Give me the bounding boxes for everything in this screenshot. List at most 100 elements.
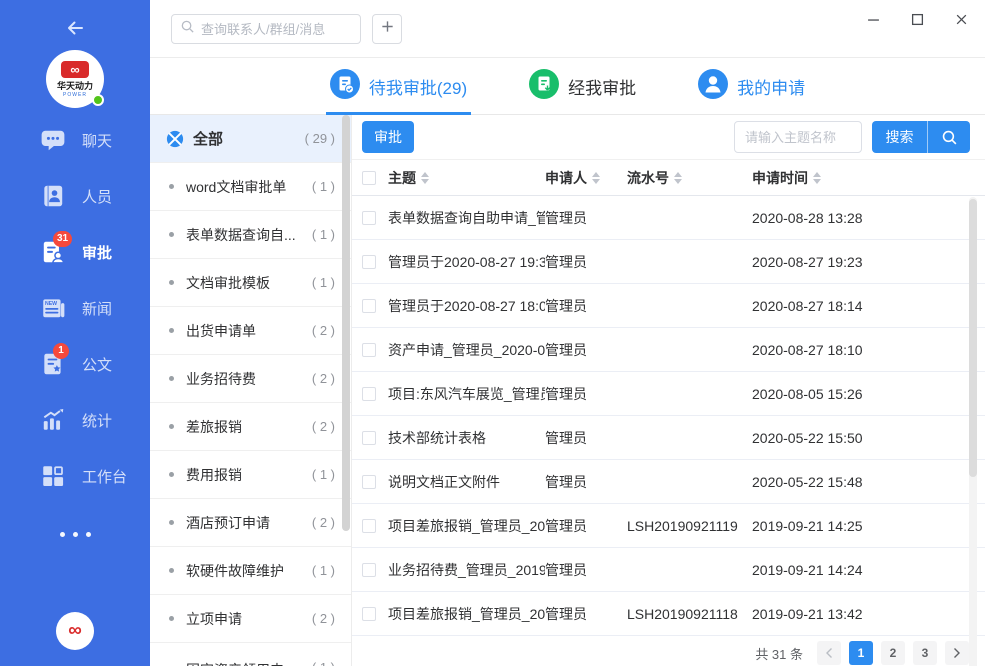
table-row[interactable]: 项目差旅报销_管理员_201... 管理员 LSH20190921118 201… xyxy=(352,592,985,636)
search-button[interactable]: 搜索 xyxy=(872,121,928,153)
category-item[interactable]: 酒店预订申请( 2 ) xyxy=(150,499,351,547)
next-page-button[interactable] xyxy=(945,641,969,665)
category-item[interactable]: 差旅报销( 2 ) xyxy=(150,403,351,451)
category-item[interactable]: 业务招待费( 2 ) xyxy=(150,355,351,403)
bullet-icon xyxy=(169,328,174,333)
cell-time: 2020-08-27 19:23 xyxy=(752,254,960,270)
back-arrow-icon[interactable] xyxy=(63,16,87,40)
cell-applicant: 管理员 xyxy=(545,208,627,228)
sidebar-item-people[interactable]: 人员 xyxy=(0,168,150,224)
more-button[interactable] xyxy=(0,524,150,544)
search-icon-button[interactable] xyxy=(928,121,970,153)
sidebar: ∞ 华天动力 POWER 聊天 人员 31 xyxy=(0,0,150,666)
row-checkbox[interactable] xyxy=(362,607,376,621)
page-button-3[interactable]: 3 xyxy=(913,641,937,665)
category-item[interactable]: 费用报销( 1 ) xyxy=(150,451,351,499)
table-row[interactable]: 项目差旅报销_管理员_201... 管理员 LSH20190921119 201… xyxy=(352,504,985,548)
sidebar-item-news[interactable]: NEW 新闻 xyxy=(0,280,150,336)
contact-search[interactable] xyxy=(171,14,361,44)
header-applicant[interactable]: 申请人 xyxy=(545,168,627,188)
cell-applicant: 管理员 xyxy=(545,516,627,536)
category-item[interactable]: 固定资产领用申...( 1 ) xyxy=(150,643,351,666)
tab-approved-by-me[interactable]: 经我审批 xyxy=(529,58,636,115)
my-applications-icon xyxy=(698,69,728,104)
header-serial[interactable]: 流水号 xyxy=(627,168,752,188)
sidebar-item-label: 公文 xyxy=(82,354,112,375)
approve-button[interactable]: 审批 xyxy=(362,121,414,153)
cell-time: 2020-08-05 15:26 xyxy=(752,386,960,402)
add-button[interactable] xyxy=(372,14,402,44)
table-row[interactable]: 表单数据查询自助申请_管... 管理员 2020-08-28 13:28 xyxy=(352,196,985,240)
infinity-logo-icon: ∞ xyxy=(61,61,89,78)
sort-icon xyxy=(813,172,821,184)
logo-text: 华天动力 xyxy=(57,79,93,92)
cell-subject: 项目:东风汽车展览_管理员... xyxy=(388,384,545,404)
sidebar-item-label: 新闻 xyxy=(82,298,112,319)
header-subject[interactable]: 主题 xyxy=(388,168,545,188)
table-row[interactable]: 资产申请_管理员_2020-08... 管理员 2020-08-27 18:10 xyxy=(352,328,985,372)
official-doc-icon: 1 xyxy=(40,351,66,377)
row-checkbox[interactable] xyxy=(362,475,376,489)
close-button[interactable] xyxy=(947,8,975,30)
category-item[interactable]: 出货申请单( 2 ) xyxy=(150,307,351,355)
cell-time: 2019-09-21 14:24 xyxy=(752,562,960,578)
total-count-label: 共 31 条 xyxy=(755,644,803,663)
table-row[interactable]: 项目:东风汽车展览_管理员... 管理员 2020-08-05 15:26 xyxy=(352,372,985,416)
cell-time: 2019-09-21 13:42 xyxy=(752,606,960,622)
select-all-checkbox[interactable] xyxy=(362,171,376,185)
cell-time: 2020-08-27 18:10 xyxy=(752,342,960,358)
maximize-button[interactable] xyxy=(903,8,931,30)
row-checkbox[interactable] xyxy=(362,563,376,577)
cell-subject: 说明文档正文附件 xyxy=(388,472,545,492)
row-checkbox[interactable] xyxy=(362,343,376,357)
tab-pending-approval[interactable]: 待我审批(29) xyxy=(330,58,467,115)
all-categories-icon xyxy=(166,130,184,148)
cell-applicant: 管理员 xyxy=(545,296,627,316)
bullet-icon xyxy=(169,616,174,621)
header-apply-time[interactable]: 申请时间 xyxy=(752,168,960,188)
category-item[interactable]: word文档审批单( 1 ) xyxy=(150,163,351,211)
page-button-1[interactable]: 1 xyxy=(849,641,873,665)
sidebar-item-label: 统计 xyxy=(82,410,112,431)
prev-page-button[interactable] xyxy=(817,641,841,665)
cell-applicant: 管理员 xyxy=(545,604,627,624)
row-checkbox[interactable] xyxy=(362,255,376,269)
category-item[interactable]: 立项申请( 2 ) xyxy=(150,595,351,643)
row-checkbox[interactable] xyxy=(362,387,376,401)
page-button-2[interactable]: 2 xyxy=(881,641,905,665)
table-row[interactable]: 管理员于2020-08-27 19:3... 管理员 2020-08-27 19… xyxy=(352,240,985,284)
contact-search-input[interactable] xyxy=(201,22,352,37)
category-item[interactable]: 表单数据查询自...( 1 ) xyxy=(150,211,351,259)
table-scrollbar-thumb[interactable] xyxy=(969,199,977,477)
row-checkbox[interactable] xyxy=(362,431,376,445)
plus-icon xyxy=(380,19,395,39)
row-checkbox[interactable] xyxy=(362,211,376,225)
category-item-all[interactable]: 全部 ( 29 ) xyxy=(150,115,351,163)
tab-my-applications[interactable]: 我的申请 xyxy=(698,58,805,115)
sidebar-item-statistics[interactable]: 统计 xyxy=(0,392,150,448)
table-row[interactable]: 技术部统计表格 管理员 2020-05-22 15:50 xyxy=(352,416,985,460)
table-row[interactable]: 说明文档正文附件 管理员 2020-05-22 15:48 xyxy=(352,460,985,504)
row-checkbox[interactable] xyxy=(362,519,376,533)
table-row[interactable]: 业务招待费_管理员_2019-... 管理员 2019-09-21 14:24 xyxy=(352,548,985,592)
row-checkbox[interactable] xyxy=(362,299,376,313)
minimize-button[interactable] xyxy=(859,8,887,30)
cell-applicant: 管理员 xyxy=(545,472,627,492)
category-item[interactable]: 文档审批模板( 1 ) xyxy=(150,259,351,307)
app-logo: ∞ xyxy=(56,612,94,650)
cell-serial: LSH20190921118 xyxy=(627,606,752,622)
sidebar-item-documents[interactable]: 1 公文 xyxy=(0,336,150,392)
sidebar-item-approval[interactable]: 31 审批 xyxy=(0,224,150,280)
category-item[interactable]: 软硬件故障维护( 1 ) xyxy=(150,547,351,595)
sort-icon xyxy=(592,172,600,184)
panel-scrollbar[interactable] xyxy=(342,115,350,531)
sidebar-item-chat[interactable]: 聊天 xyxy=(0,112,150,168)
table-row[interactable]: 管理员于2020-08-27 18:0... 管理员 2020-08-27 18… xyxy=(352,284,985,328)
topic-search-input[interactable] xyxy=(734,121,862,153)
cell-subject: 项目差旅报销_管理员_201... xyxy=(388,604,545,624)
sidebar-item-workbench[interactable]: 工作台 xyxy=(0,448,150,504)
cell-subject: 管理员于2020-08-27 18:0... xyxy=(388,296,545,316)
search-icon xyxy=(180,19,195,39)
documents-badge: 1 xyxy=(53,343,69,359)
cell-subject: 业务招待费_管理员_2019-... xyxy=(388,560,545,580)
